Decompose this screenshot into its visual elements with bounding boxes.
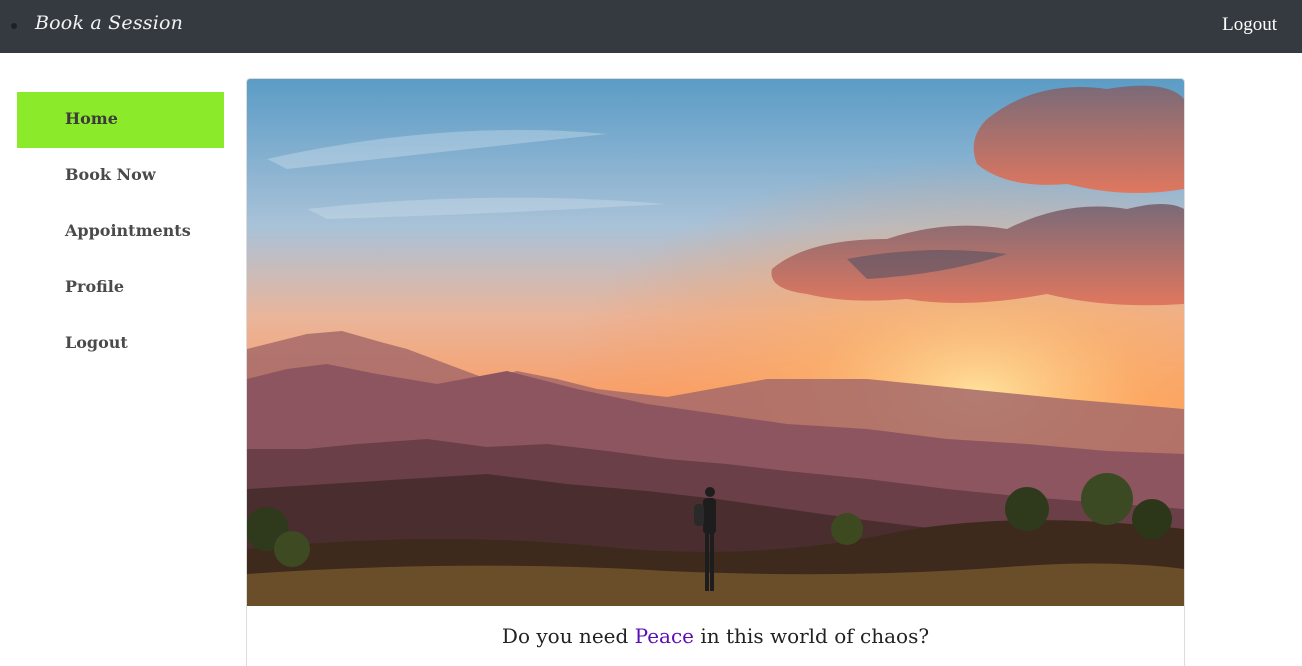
hero-card: Do you need Peace in this world of chaos… [246, 78, 1185, 666]
sidebar-item-logout[interactable]: Logout [17, 316, 224, 372]
top-navbar: Book a Session Logout [0, 0, 1302, 53]
sidebar-item-book-now[interactable]: Book Now [17, 148, 224, 204]
brand-link[interactable]: Book a Session [35, 12, 183, 34]
caption-prefix: Do you need [501, 624, 635, 648]
hero-image [247, 79, 1184, 606]
caption-accent-word: Peace [634, 624, 695, 648]
sidebar: Home Book Now Appointments Profile Logou… [17, 92, 224, 372]
hero-caption: Do you need Peace in this world of chaos… [247, 624, 1184, 648]
bullet-icon [11, 23, 17, 29]
sidebar-item-home[interactable]: Home [17, 92, 224, 148]
caption-suffix: in this world of chaos? [694, 624, 930, 648]
sidebar-item-appointments[interactable]: Appointments [17, 204, 224, 260]
navbar-logout-link[interactable]: Logout [1222, 14, 1277, 36]
sidebar-item-profile[interactable]: Profile [17, 260, 224, 316]
